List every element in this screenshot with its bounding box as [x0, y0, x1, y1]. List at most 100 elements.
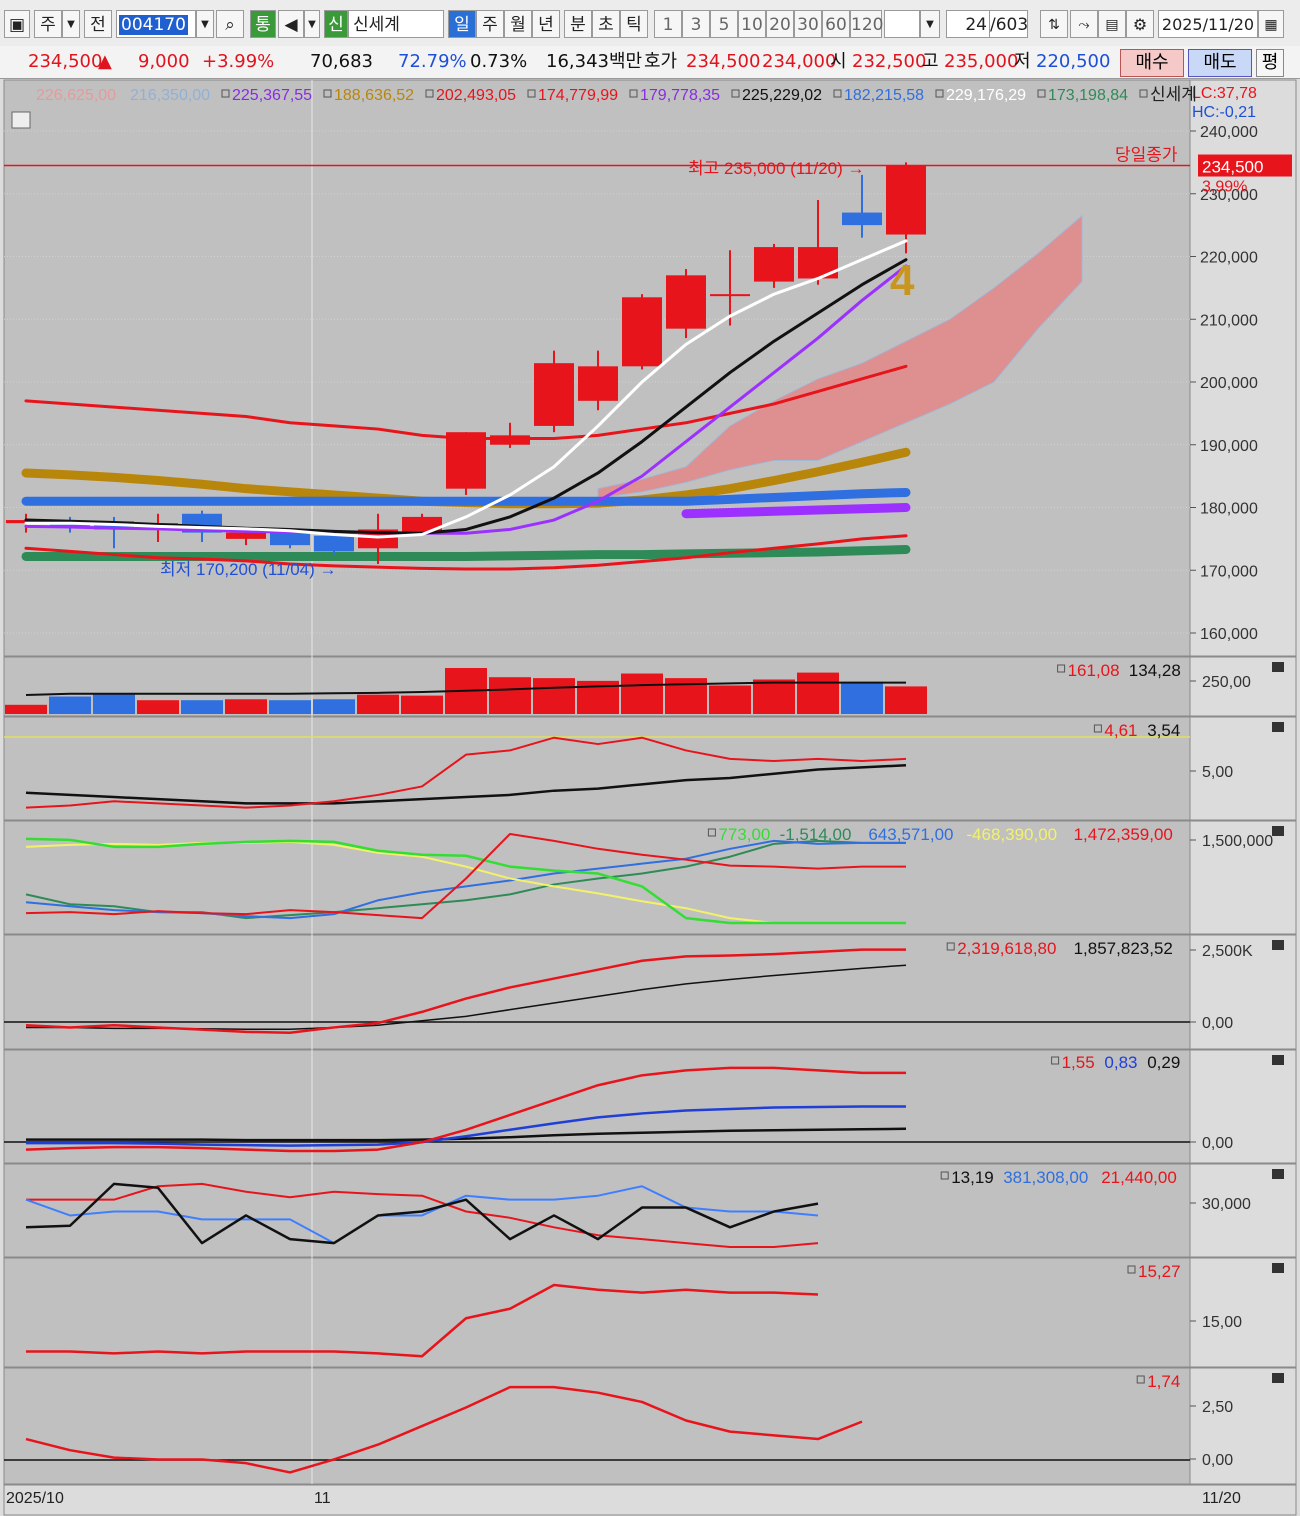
price-tick-label: 220,000: [1200, 250, 1258, 267]
candle-body: [534, 363, 574, 426]
price-tick-label: 160,000: [1200, 626, 1258, 643]
high-label: 고: [922, 51, 939, 72]
volume-bar: [621, 673, 663, 714]
ind6-axis-label: 15,00: [1202, 1314, 1242, 1331]
ind5-legend-value: 13,19: [951, 1168, 994, 1187]
candle-body: [490, 435, 530, 445]
quote-bar: 234,500 ▲ 9,000 +3.99% 70,683 72.79% 0.7…: [0, 46, 1300, 79]
stock-name-field[interactable]: 신세계: [348, 10, 444, 38]
period-year-button[interactable]: 년: [532, 10, 560, 38]
candle-body: [886, 165, 926, 235]
panel-close-icon: [1272, 1373, 1284, 1383]
freq-select[interactable]: 주: [34, 10, 62, 38]
ind6-legend-value: 15,27: [1138, 1262, 1181, 1281]
candle-body: [842, 212, 882, 226]
save-icon[interactable]: ▤: [1098, 10, 1126, 38]
volume-bar: [709, 685, 751, 714]
open-label: 시: [830, 51, 847, 72]
ind5-legend-value: 21,440,00: [1101, 1168, 1177, 1187]
stock-code-input[interactable]: 004170: [116, 10, 196, 38]
ma-legend-value: 173,198,84: [1048, 87, 1128, 104]
panel-close-icon: [1272, 1055, 1284, 1065]
ind4-panel: [3, 1049, 1191, 1164]
interval-20-button[interactable]: 20: [766, 10, 794, 38]
current-price: 234,500: [28, 51, 103, 72]
panel-close-icon: [1272, 662, 1284, 672]
ind1-legend-value: 4,61: [1104, 721, 1137, 740]
tong-badge[interactable]: 통: [250, 10, 276, 38]
volume-bar: [269, 700, 311, 714]
ind5-legend-value: 381,308,00: [1003, 1168, 1088, 1187]
ind3-axis-label-zero: 0,00: [1202, 1015, 1233, 1032]
period-month-button[interactable]: 월: [504, 10, 532, 38]
volume-bar: [313, 699, 355, 714]
period-minute-button[interactable]: 분: [564, 10, 592, 38]
ma-legend-value: 226,625,00: [36, 87, 116, 104]
ma-legend-value: 182,215,58: [844, 87, 924, 104]
up-arrow-icon: ▲: [98, 51, 112, 72]
gear-icon[interactable]: ⚙: [1126, 10, 1154, 38]
high-price: 235,000: [944, 51, 1019, 72]
period-week-button[interactable]: 주: [476, 10, 504, 38]
volume-bar: [225, 699, 267, 714]
date-label-end: 11/20: [1202, 1490, 1241, 1507]
layout-icon[interactable]: ▣: [4, 10, 30, 38]
price-tick-label: 180,000: [1200, 501, 1258, 518]
custom-interval-input[interactable]: [884, 10, 920, 38]
eval-button[interactable]: 평: [1256, 49, 1284, 77]
date-field[interactable]: 2025/11/20: [1158, 10, 1258, 38]
interval-10-button[interactable]: 10: [738, 10, 766, 38]
volume-bar: [357, 694, 399, 714]
volume-legend-value: 134,28: [1129, 661, 1181, 680]
interval-3-button[interactable]: 3: [682, 10, 710, 38]
price-tick-label: 190,000: [1200, 438, 1258, 455]
lc-label: LC:37,78: [1192, 85, 1257, 102]
ind4-axis-label: 0,00: [1202, 1135, 1233, 1152]
table-toggle-icon: [11, 111, 31, 129]
freq-dropdown-icon[interactable]: ▼: [62, 10, 80, 38]
period-tick-button[interactable]: 틱: [620, 10, 648, 38]
ind2-legend-value: 1,472,359,00: [1074, 825, 1173, 844]
change-percent: +3.99%: [202, 51, 275, 72]
line-type-icon[interactable]: ⤳: [1070, 10, 1098, 38]
count-input[interactable]: 24: [946, 10, 990, 38]
high-annotation: 최고 235,000 (11/20) →: [688, 159, 865, 178]
interval-1-button[interactable]: 1: [654, 10, 682, 38]
ind2-axis-label: 1,500,000: [1202, 833, 1273, 850]
ind5-axis-label: 30,000: [1202, 1196, 1251, 1213]
interval-120-button[interactable]: 120: [850, 10, 883, 38]
interval-30-button[interactable]: 30: [794, 10, 822, 38]
search-icon[interactable]: ⌕: [216, 10, 244, 38]
price-tick-label: 240,000: [1200, 124, 1258, 141]
ind2-legend-value: 773,00: [718, 825, 770, 844]
ind7-axis-label-zero: 0,00: [1202, 1452, 1233, 1469]
period-day-button[interactable]: 일: [448, 10, 476, 38]
sell-button[interactable]: 매도: [1188, 49, 1252, 77]
ind4-legend-value: 0,29: [1147, 1053, 1180, 1072]
volume-legend-value: 161,08: [1068, 661, 1120, 680]
volume-value: 70,683: [310, 51, 373, 72]
stock-chart[interactable]: 2025/10 11 11/20 160,000 170,000 180,000 190,0…: [0, 79, 1300, 1516]
interval-5-button[interactable]: 5: [710, 10, 738, 38]
candle-body: [314, 535, 354, 552]
price-tick-label: 210,000: [1200, 312, 1258, 329]
panel-close-icon: [1272, 722, 1284, 732]
ind3-legend-value: 1,857,823,52: [1074, 939, 1173, 958]
ma-legend-value: 188,636,52: [334, 87, 414, 104]
interval-dropdown-icon[interactable]: ▼: [920, 10, 940, 38]
period-second-button[interactable]: 초: [592, 10, 620, 38]
candle-type-icon[interactable]: ⇅: [1040, 10, 1068, 38]
price-tick-label: 200,000: [1200, 375, 1258, 392]
ind3-legend-value: 2,319,618,80: [957, 939, 1056, 958]
open-price: 232,500: [852, 51, 927, 72]
calendar-icon[interactable]: ▦: [1258, 10, 1284, 38]
total-count: /603: [990, 10, 1028, 38]
code-dropdown-icon[interactable]: ▼: [196, 10, 214, 38]
speaker-dropdown-icon[interactable]: ▼: [304, 10, 320, 38]
candle-body: [710, 294, 750, 297]
buy-button[interactable]: 매수: [1120, 49, 1184, 77]
speaker-icon[interactable]: ◀: [278, 10, 304, 38]
interval-60-button[interactable]: 60: [822, 10, 850, 38]
stock-code-value: 004170: [119, 15, 188, 35]
prev-button[interactable]: 전: [84, 10, 112, 38]
